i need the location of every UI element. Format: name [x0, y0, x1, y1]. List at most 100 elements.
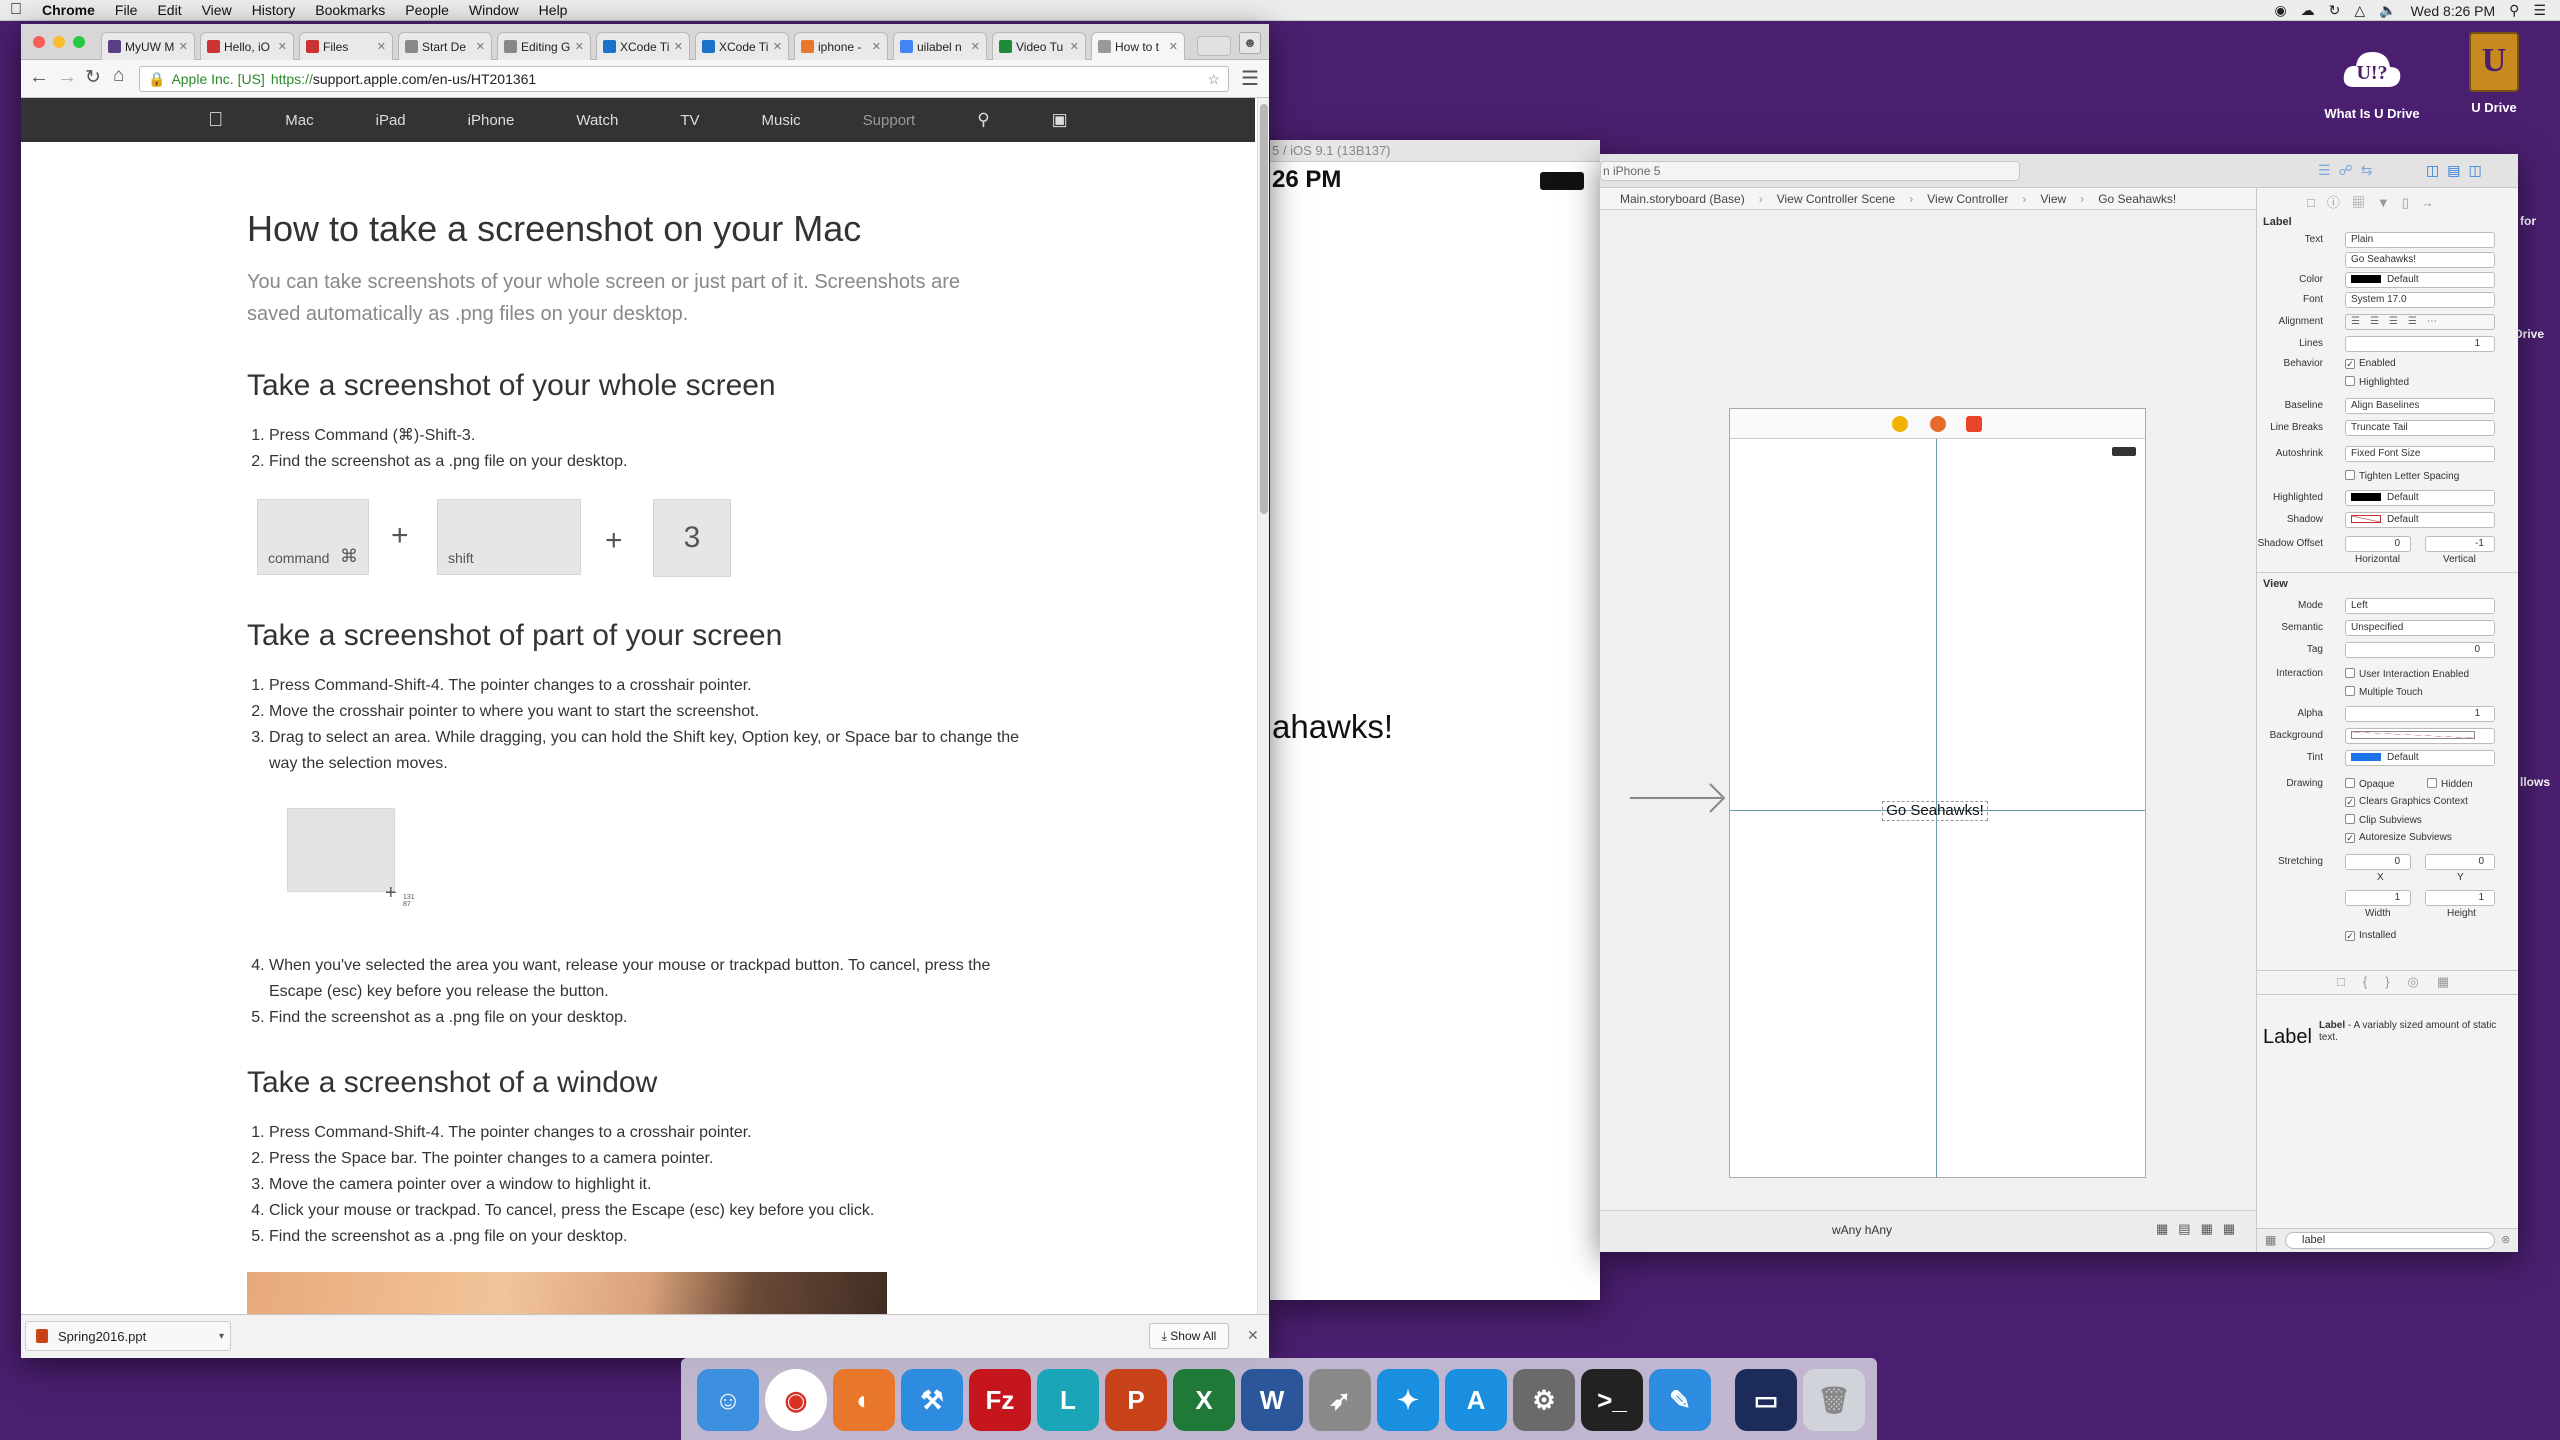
profile-icon[interactable]: ☻ [1239, 32, 1261, 54]
apple-logo-icon[interactable]:  [208, 109, 223, 132]
volume-icon[interactable]: 🔈 [2379, 2, 2396, 19]
zoom-window-icon[interactable] [73, 36, 85, 48]
first-responder-icon[interactable] [1930, 416, 1946, 432]
address-bar[interactable]: 🔒 Apple Inc. [US] https://support.apple.… [139, 66, 1229, 92]
spotlight-icon[interactable]: ⚲ [2509, 2, 2519, 19]
clears-context-checkbox[interactable]: ✓ Clears Graphics Context [2345, 796, 2468, 807]
installed-checkbox[interactable]: ✓ Installed [2345, 930, 2396, 941]
cloud-icon[interactable]: ☁ [2301, 2, 2315, 19]
forward-icon[interactable]: → [57, 66, 77, 89]
baseline-select[interactable]: Align Baselines [2345, 398, 2495, 414]
desktop-icon-what-is-u-drive[interactable]: U!? What Is U Drive [2307, 36, 2437, 121]
browser-tab[interactable]: XCode Ti ✕ [695, 32, 789, 60]
scroll-thumb[interactable] [1260, 104, 1268, 514]
menu-window[interactable]: Window [459, 2, 529, 18]
word-icon[interactable]: W [1241, 1369, 1303, 1431]
menu-bookmarks[interactable]: Bookmarks [305, 2, 395, 18]
text-type-select[interactable]: Plain [2345, 232, 2495, 248]
nav-iphone[interactable]: iPhone [468, 112, 515, 129]
clear-filter-icon[interactable]: ⊗ [2501, 1233, 2510, 1246]
menu-view[interactable]: View [192, 2, 242, 18]
trash-icon[interactable]: 🗑 [1803, 1369, 1865, 1431]
nav-watch[interactable]: Watch [576, 112, 618, 129]
menu-file[interactable]: File [105, 2, 148, 18]
view-controller-scene[interactable]: Go Seahawks! [1729, 408, 2146, 1178]
highlighted-color-select[interactable]: Default [2345, 490, 2495, 506]
nav-music[interactable]: Music [761, 112, 800, 129]
bag-icon[interactable]: ▣ [1052, 110, 1068, 130]
stretch-y-field[interactable]: 0 [2425, 854, 2495, 870]
tab-close-icon[interactable]: ✕ [872, 40, 881, 53]
highlighted-checkbox[interactable]: Highlighted [2345, 376, 2409, 388]
shadow-v-field[interactable]: -1 [2425, 536, 2495, 552]
rocket-icon[interactable]: ➶ [1309, 1369, 1371, 1431]
terminal-icon[interactable]: >_ [1581, 1369, 1643, 1431]
background-color-select[interactable] [2345, 728, 2495, 744]
close-shelf-icon[interactable]: ✕ [1247, 1327, 1259, 1344]
size-class-control[interactable]: wAny hAny [1832, 1223, 1892, 1237]
storyboard-canvas[interactable]: Go Seahawks! [1600, 210, 2256, 1210]
stretch-w-field[interactable]: 1 [2345, 890, 2411, 906]
home-icon[interactable]: ⌂ [113, 65, 124, 87]
sync-icon[interactable]: ↻ [2329, 2, 2341, 19]
opaque-checkbox[interactable]: Opaque [2345, 778, 2395, 790]
minimize-window-icon[interactable] [53, 36, 65, 48]
hidden-checkbox[interactable]: Hidden [2427, 778, 2473, 790]
scheme-device[interactable]: n iPhone 5 [1600, 161, 2020, 181]
browser-tab[interactable]: Video Tu ✕ [992, 32, 1086, 60]
firefox-icon[interactable]: ◐ [833, 1369, 895, 1431]
tab-close-icon[interactable]: ✕ [674, 40, 683, 53]
library-filter-input[interactable]: label [2285, 1232, 2495, 1249]
tab-close-icon[interactable]: ✕ [1070, 40, 1079, 53]
lync-icon[interactable]: L [1037, 1369, 1099, 1431]
nav-support[interactable]: Support [863, 112, 916, 129]
tab-close-icon[interactable]: ✕ [476, 40, 485, 53]
clock[interactable]: Wed 8:26 PM [2411, 3, 2496, 19]
shadow-color-select[interactable]: Default [2345, 512, 2495, 528]
tint-select[interactable]: Default [2345, 750, 2495, 766]
library-tabs[interactable]: □{}◎▦ [2337, 974, 2467, 990]
menu-help[interactable]: Help [529, 2, 578, 18]
browser-tab[interactable]: XCode Ti ✕ [596, 32, 690, 60]
wifi-icon[interactable]: △ [2354, 2, 2365, 19]
powerpoint-icon[interactable]: P [1105, 1369, 1167, 1431]
back-icon[interactable]: ← [29, 66, 49, 89]
menu-icon[interactable]: ☰ [1241, 66, 1259, 91]
apple-menu-icon[interactable]:  [0, 1, 32, 19]
excel-icon[interactable]: X [1173, 1369, 1235, 1431]
search-icon[interactable]: ⚲ [977, 110, 989, 130]
instruments-icon[interactable]: ✎ [1649, 1369, 1711, 1431]
chrome-icon[interactable]: ◉ [765, 1369, 827, 1431]
view-controller-icon[interactable] [1892, 416, 1908, 432]
gear-icon[interactable]: ⚙ [1513, 1369, 1575, 1431]
browser-tab[interactable]: Hello, iO ✕ [200, 32, 294, 60]
tab-close-icon[interactable]: ✕ [179, 40, 188, 53]
nav-tv[interactable]: TV [680, 112, 699, 129]
new-tab-button[interactable] [1197, 36, 1231, 56]
tab-close-icon[interactable]: ✕ [278, 40, 287, 53]
tab-close-icon[interactable]: ✕ [773, 40, 782, 53]
enabled-checkbox[interactable]: ✓ Enabled [2345, 358, 2396, 369]
alpha-field[interactable]: 1 [2345, 706, 2495, 722]
font-field[interactable]: System 17.0 [2345, 292, 2495, 308]
screen-icon[interactable]: ▭ [1735, 1369, 1797, 1431]
text-content-field[interactable]: Go Seahawks! [2345, 252, 2495, 268]
tighten-checkbox[interactable]: Tighten Letter Spacing [2345, 470, 2459, 482]
close-window-icon[interactable] [33, 36, 45, 48]
autoshrink-select[interactable]: Fixed Font Size [2345, 446, 2495, 462]
star-icon[interactable]: ☆ [1207, 71, 1220, 88]
browser-tab[interactable]: Start De ✕ [398, 32, 492, 60]
menu-history[interactable]: History [242, 2, 306, 18]
stretch-x-field[interactable]: 0 [2345, 854, 2411, 870]
browser-tab[interactable]: MyUW M ✕ [101, 32, 195, 60]
jumpbar-item[interactable]: Main.storyboard (Base) [1620, 192, 1745, 206]
editor-mode-icons[interactable]: ☰☍⇆ [2318, 162, 2380, 179]
semantic-select[interactable]: Unspecified [2345, 620, 2495, 636]
jumpbar-item[interactable]: View [2040, 192, 2066, 206]
filezilla-icon[interactable]: Fz [969, 1369, 1031, 1431]
app-menu[interactable]: Chrome [32, 2, 105, 18]
grid-icon[interactable]: ▦ [2265, 1233, 2276, 1247]
browser-tab[interactable]: uilabel n ✕ [893, 32, 987, 60]
show-all-button[interactable]: ⤓ Show All [1149, 1323, 1229, 1349]
lines-stepper[interactable]: 1 [2345, 336, 2495, 352]
